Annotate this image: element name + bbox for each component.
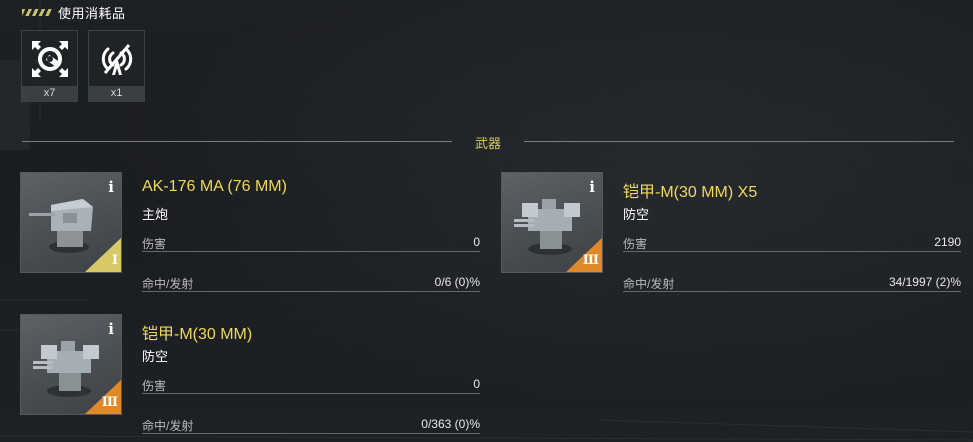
damage-value: 0: [473, 377, 480, 391]
weapons-section-title: 武器: [474, 136, 501, 151]
weapon-name: 铠甲-M(30 MM) X5: [623, 184, 758, 201]
damage-label: 伤害: [142, 379, 167, 393]
damage-label: 伤害: [142, 237, 167, 251]
weapon-type: 主炮: [142, 207, 169, 222]
damage-value: 0: [473, 235, 480, 249]
weapon-name: 铠甲-M(30 MM): [142, 326, 253, 343]
weapon-card-ak176: i I AK-176 MA (76 MM) 主炮 伤害 0 命中/发射 0/6 …: [20, 172, 480, 297]
consumable-count: x7: [22, 86, 77, 101]
hit-rate-row: 命中/发射 0/6 (0)%: [142, 272, 480, 292]
tier-label: III: [582, 253, 599, 268]
after-action-report-panel: 使用消耗品 x7 x1 武器 i I AK-176 MA (76 MM) 主炮 …: [0, 0, 973, 442]
weapon-name: AK-176 MA (76 MM): [142, 178, 287, 195]
info-icon[interactable]: i: [108, 178, 114, 196]
consumable-jammer[interactable]: x1: [88, 30, 145, 102]
consumables-title: 使用消耗品: [58, 5, 126, 21]
weapon-thumbnail[interactable]: i I: [20, 172, 122, 273]
tier-label: I: [111, 253, 118, 268]
divider-line-right: [524, 141, 954, 142]
hit-rate-value: 0/363 (0)%: [421, 417, 480, 431]
weapon-type: 防空: [142, 349, 169, 364]
info-icon[interactable]: i: [589, 178, 595, 196]
damage-label: 伤害: [623, 237, 648, 251]
consumable-count: x1: [89, 86, 144, 101]
hit-rate-label: 命中/发射: [142, 419, 194, 433]
hit-rate-value: 0/6 (0)%: [434, 275, 480, 289]
hit-rate-label: 命中/发射: [142, 277, 194, 291]
hit-rate-value: 34/1997 (2)%: [888, 275, 961, 289]
hit-rate-row: 命中/发射 0/363 (0)%: [142, 414, 480, 434]
consumable-repair-kit[interactable]: x7: [21, 30, 78, 102]
info-icon[interactable]: i: [108, 320, 114, 338]
weapon-card-kashtan-x5: i III 铠甲-M(30 MM) X5 防空 伤害 2190 命中/发射 34…: [501, 172, 961, 297]
damage-value: 2190: [934, 235, 961, 249]
weapon-thumbnail[interactable]: i III: [20, 314, 122, 415]
weapons-section-divider: 武器: [22, 133, 954, 151]
consumables-header: 使用消耗品: [22, 4, 126, 21]
stripes-decoration: [22, 8, 52, 16]
damage-row: 伤害 0: [142, 374, 480, 394]
tier-label: III: [101, 395, 118, 410]
hit-rate-label: 命中/发射: [623, 277, 675, 291]
jammer-icon: [101, 43, 132, 75]
damage-row: 伤害 0: [142, 232, 480, 252]
weapon-card-kashtan: i III 铠甲-M(30 MM) 防空 伤害 0 命中/发射 0/363 (0…: [20, 314, 480, 439]
hit-rate-row: 命中/发射 34/1997 (2)%: [623, 272, 961, 292]
weapon-type: 防空: [623, 207, 650, 222]
damage-row: 伤害 2190: [623, 232, 961, 252]
weapon-thumbnail[interactable]: i III: [501, 172, 603, 273]
repair-kit-icon: [31, 40, 68, 77]
